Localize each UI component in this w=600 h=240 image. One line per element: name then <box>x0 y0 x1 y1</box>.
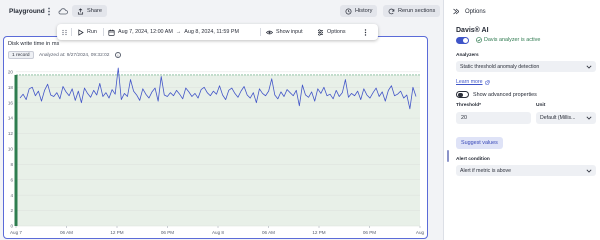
advanced-properties-label: Show advanced properties <box>473 92 537 98</box>
section-toolbar: Run Aug 7, 2024, 12:00 AM → Aug 8, 2024,… <box>57 24 378 40</box>
analyzed-timestamp: Analyzed at: 9/27/2024, 09:32:02 <box>39 52 110 58</box>
run-label: Run <box>87 29 97 35</box>
record-count-badge: 1 record <box>8 51 34 59</box>
learn-more-label: Learn more <box>456 79 483 85</box>
share-icon <box>77 7 84 14</box>
calendar-icon <box>108 29 115 36</box>
threshold-input[interactable]: 20 <box>456 112 531 124</box>
toggle-knob <box>458 92 463 98</box>
x-tick-label: 12 PM <box>110 230 123 235</box>
y-tick-label: 16 <box>8 100 14 105</box>
options-button[interactable]: Options <box>317 24 346 40</box>
share-button[interactable]: Share <box>72 5 107 17</box>
y-tick-label: 2 <box>10 208 13 213</box>
y-tick-label: 14 <box>8 116 14 121</box>
timeframe-arrow: → <box>175 29 182 35</box>
page-title: Playground <box>9 8 45 15</box>
share-label: Share <box>87 8 102 14</box>
alert-condition-label: Alert condition <box>456 157 490 162</box>
show-input-button[interactable]: Show input <box>266 24 303 40</box>
davis-toggle[interactable] <box>456 37 469 44</box>
x-tick-label: Aug 7 <box>10 230 22 235</box>
more-vertical-icon <box>48 7 50 16</box>
history-button[interactable]: History <box>340 5 378 17</box>
collapse-panel-icon[interactable] <box>452 8 459 15</box>
y-tick-label: 10 <box>8 147 14 152</box>
toggle-knob <box>463 38 468 43</box>
y-tick-label: 4 <box>10 193 13 198</box>
y-tick-label: 12 <box>8 131 14 136</box>
timeframe-start: Aug 7, 2024, 12:00 AM <box>118 29 173 35</box>
panel-header: Options <box>452 8 486 15</box>
y-tick-label: 0 <box>10 224 13 229</box>
x-tick-label: 06 PM <box>161 230 174 235</box>
unit-select[interactable]: Default (Millis... <box>536 112 596 124</box>
refresh-icon <box>388 8 395 14</box>
x-tick-label: 06 PM <box>363 230 376 235</box>
cloud-sync-icon <box>58 7 68 16</box>
y-tick-label: 18 <box>8 85 14 90</box>
unit-label: Unit <box>536 103 546 108</box>
analyzer-select[interactable]: Static threshold anomaly detection <box>456 61 596 72</box>
x-tick-label: 06 AM <box>60 230 73 235</box>
divider <box>71 28 72 36</box>
check-circle-icon <box>476 37 482 43</box>
x-tick-label: 12 PM <box>312 230 325 235</box>
y-tick-label: 20 <box>8 69 14 74</box>
rerun-label: Rerun sections <box>398 8 436 14</box>
sliders-icon <box>318 28 323 36</box>
section-more-button[interactable] <box>362 24 369 40</box>
chevron-down-icon <box>586 169 592 173</box>
rerun-sections-button[interactable]: Rerun sections <box>383 5 441 17</box>
more-vertical-icon <box>364 28 367 36</box>
y-tick-label: 8 <box>10 162 13 167</box>
analyzer-select-value: Static threshold anomaly detection <box>460 63 540 70</box>
x-tick-label: 06 AM <box>262 230 275 235</box>
eye-icon <box>266 30 273 34</box>
run-button[interactable]: Run <box>77 24 97 40</box>
davis-status-text: Davis analyzer is active <box>484 37 541 43</box>
threshold-marker <box>14 74 18 226</box>
davis-status: Davis analyzer is active <box>476 37 540 43</box>
unit-select-value: Default (Millis... <box>540 115 576 121</box>
divider <box>103 28 104 36</box>
divider <box>260 28 261 36</box>
show-input-label: Show input <box>276 29 303 35</box>
timeframe-end: Aug 8, 2024, 11:59 PM <box>184 29 239 35</box>
suggest-values-button[interactable]: Suggest values <box>456 137 503 149</box>
top-bar: Playground Share History Rerun sections <box>0 0 443 24</box>
drag-handle[interactable] <box>61 24 68 40</box>
analyzers-label: Analyzers <box>456 53 479 58</box>
panel-resize-handle[interactable] <box>447 150 449 162</box>
learn-more-link[interactable]: Learn more <box>456 79 490 85</box>
y-tick-label: 6 <box>10 177 13 182</box>
davis-title: Davis® AI <box>456 27 489 34</box>
external-link-icon <box>484 79 490 85</box>
history-label: History <box>355 8 373 14</box>
options-label: Options <box>327 29 346 35</box>
panel-title: Options <box>465 8 486 15</box>
chevron-down-icon <box>586 65 592 69</box>
more-menu-button[interactable] <box>45 7 53 16</box>
drag-handle-icon <box>62 29 67 35</box>
options-panel: Options Davis® AI Davis analyzer is acti… <box>443 0 600 240</box>
info-icon[interactable]: i <box>115 52 121 58</box>
x-tick-label: Aug 8 <box>212 230 224 235</box>
alert-condition-select[interactable]: Alert if metric is above <box>456 165 596 176</box>
alert-condition-value: Alert if metric is above <box>460 167 512 174</box>
advanced-properties-toggle[interactable] <box>456 91 469 98</box>
timeframe-selector[interactable]: Aug 7, 2024, 12:00 AM → Aug 8, 2024, 11:… <box>108 24 239 40</box>
history-icon <box>345 8 352 14</box>
disk-write-time-chart[interactable]: 20181614121086420Aug 7 06 AM 12 PM 06 PM Aug… <box>6 64 430 240</box>
chevron-down-icon <box>586 116 592 120</box>
threshold-label: Threshold* <box>456 103 482 108</box>
section-title: Disk write time in ms <box>8 41 60 47</box>
play-icon <box>78 28 84 36</box>
x-tick-label: Aug <box>416 230 425 235</box>
